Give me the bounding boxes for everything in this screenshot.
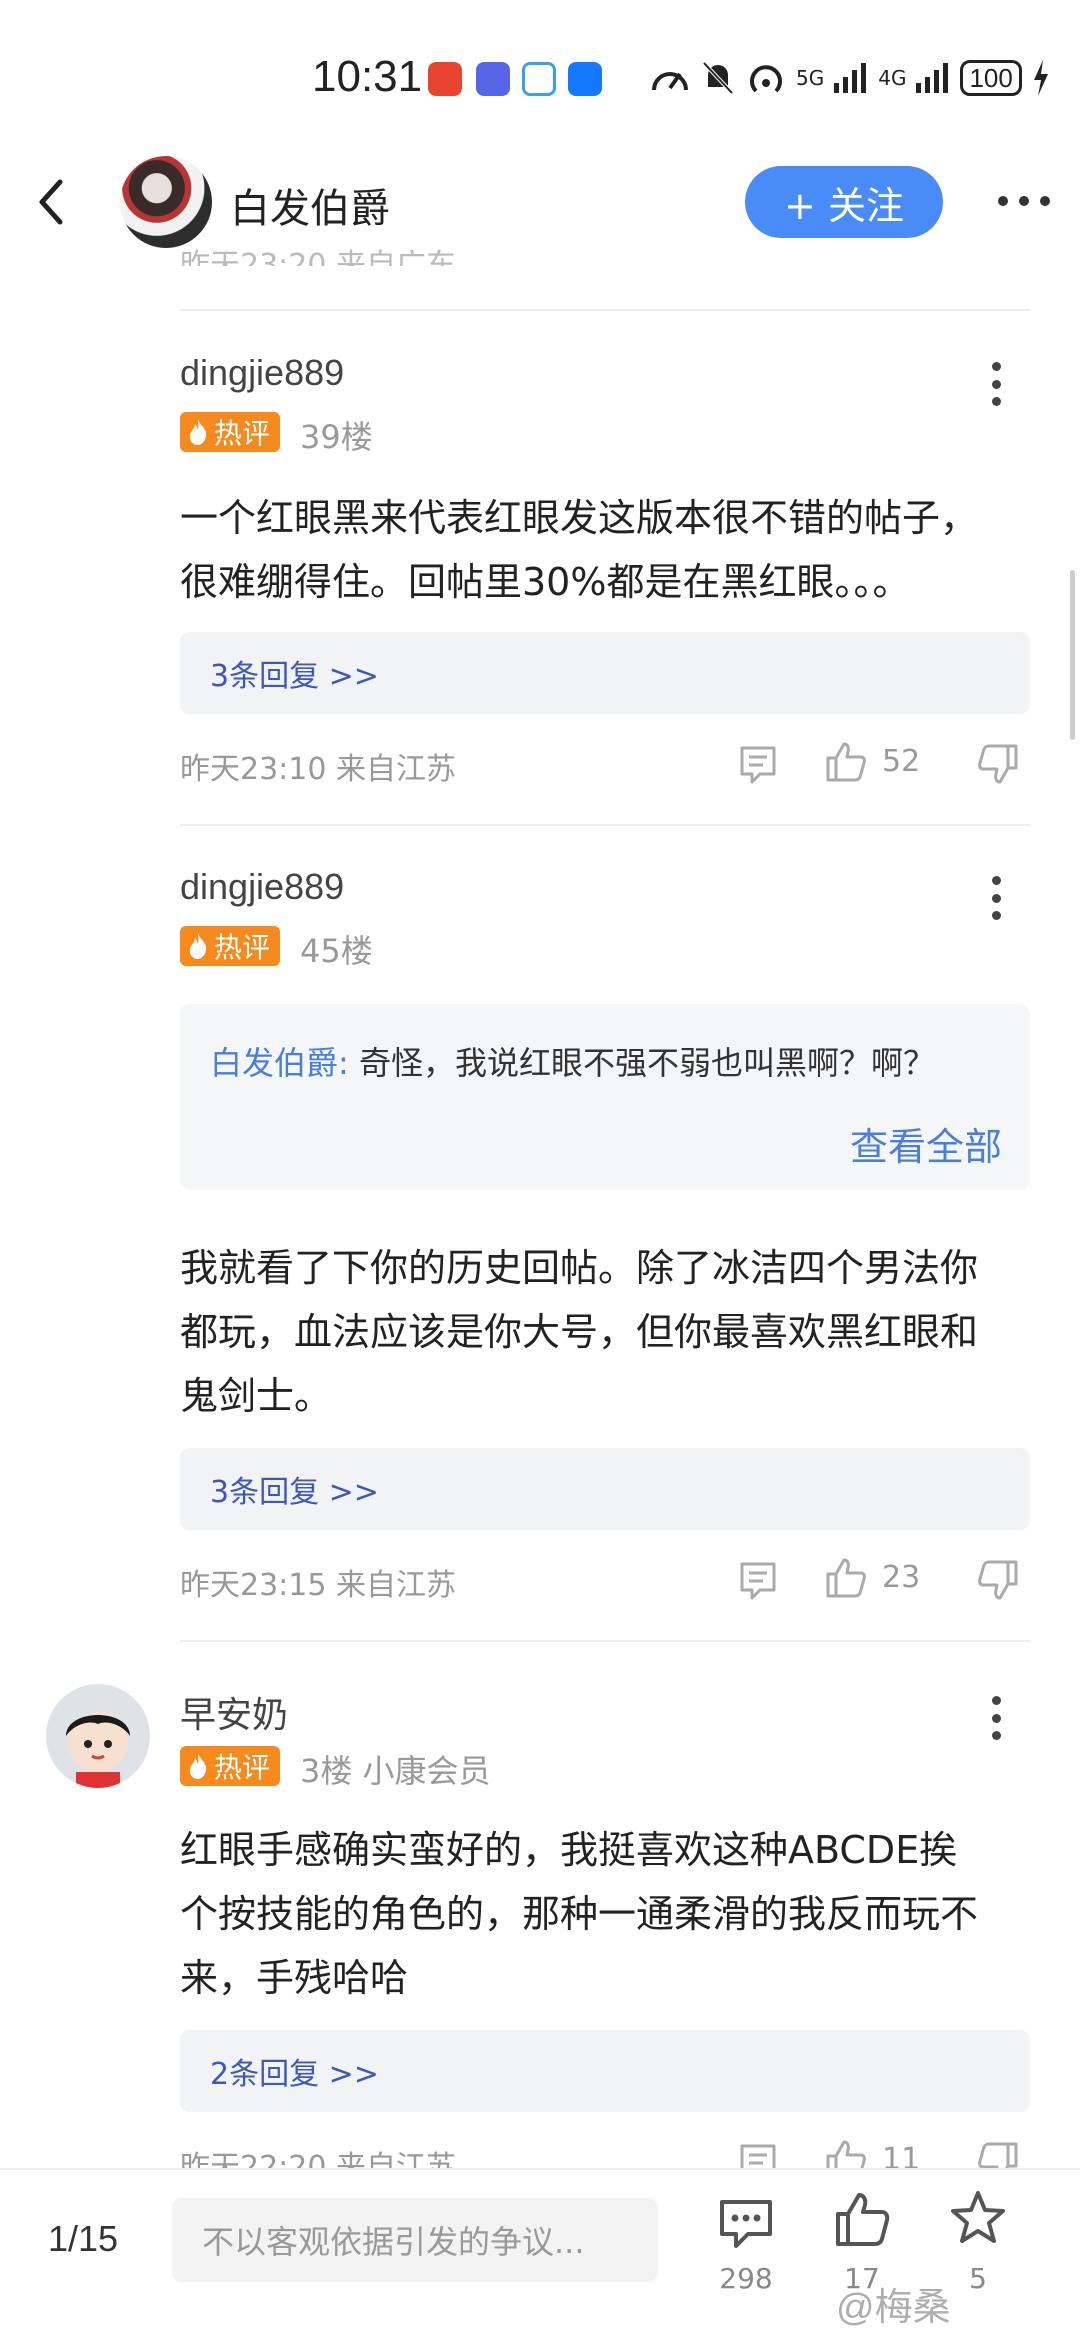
hot-badge-label: 热评 — [214, 931, 271, 964]
comment-line: 红眼手感确实蛮好的，我挺喜欢这种ABCDE挨 — [180, 1828, 958, 1872]
status-icons: 5G 4G 100 — [650, 58, 1050, 98]
battery-indicator: 100 — [960, 60, 1022, 96]
like-count: 52 — [882, 744, 921, 779]
reply-comment-icon[interactable] — [736, 742, 780, 786]
comment-line: 个按技能的角色的，那种一通柔滑的我反而玩不 — [180, 1892, 979, 1936]
comment-time-location: 昨天23:10 来自江苏 — [180, 752, 456, 787]
speed-icon — [652, 72, 688, 91]
floor-number: 3楼 小康会员 — [300, 1752, 491, 1790]
floor-number: 45楼 — [300, 932, 373, 970]
back-arrow-icon[interactable] — [32, 176, 72, 228]
status-time: 10:31 — [312, 52, 423, 101]
hot-badge-label: 热评 — [214, 1751, 271, 1784]
follow-button[interactable]: + 关注 — [745, 166, 943, 238]
more-options-icon[interactable] — [998, 196, 1050, 208]
comment-username[interactable]: 早安奶 — [180, 1686, 288, 1738]
user-avatar[interactable] — [46, 1684, 150, 1788]
hot-comment-badge: 热评 — [180, 412, 281, 452]
quote-text: 奇怪，我说红眼不强不弱也叫黑啊？啊？ — [358, 1044, 935, 1082]
comment-count: 298 — [719, 2262, 773, 2295]
thumbs-up-icon[interactable] — [824, 1556, 868, 1600]
like-count: 23 — [882, 1560, 921, 1595]
comment-body: 我就看了下你的历史回帖。除了冰洁四个男法你 都玩，血法应该是你大号，但你最喜欢黑… — [180, 1236, 1030, 1428]
comment-line: 我就看了下你的历史回帖。除了冰洁四个男法你 — [180, 1246, 979, 1290]
author-avatar[interactable] — [120, 156, 212, 248]
signal-icon-2 — [916, 63, 949, 93]
comment-more-icon[interactable] — [990, 362, 1002, 406]
replies-link[interactable]: 3条回复 >> — [180, 632, 1030, 714]
quoted-reply[interactable]: 白发伯爵: 奇怪，我说红眼不强不弱也叫黑啊？啊？ 查看全部 — [180, 1004, 1030, 1190]
charging-icon — [1033, 60, 1048, 96]
comment-line: 一个红眼黑来代表红眼发这版本很不错的帖子， — [180, 496, 979, 540]
comment-line: 都玩，血法应该是你大号，但你最喜欢黑红眼和 — [180, 1310, 979, 1354]
hot-comment-badge: 热评 — [180, 926, 281, 966]
weibo-app-icon — [428, 62, 462, 96]
network-4g: 4G — [878, 66, 907, 90]
network-5g: 5G — [796, 66, 825, 90]
comment-more-icon[interactable] — [990, 876, 1002, 920]
comment-line: 鬼剑士。 — [180, 1374, 333, 1418]
comment-line: 来，手残哈哈 — [180, 1956, 409, 2000]
chat-app-icon — [522, 62, 556, 96]
comment-body: 一个红眼黑来代表红眼发这版本很不错的帖子， 很难绷得住。回帖里30%都是在黑红眼… — [180, 486, 1030, 614]
divider — [180, 309, 1030, 311]
quote-author[interactable]: 白发伯爵: — [210, 1044, 349, 1082]
comment-line: 很难绷得住。回帖里30%都是在黑红眼。。。 — [180, 560, 911, 604]
favorite-star-icon[interactable] — [948, 2188, 1008, 2248]
divider — [180, 824, 1030, 826]
comments-icon[interactable] — [716, 2194, 776, 2254]
scrollbar[interactable] — [1070, 570, 1075, 740]
author-name[interactable]: 白发伯爵 — [230, 176, 390, 234]
page-indicator[interactable]: 1/15 — [48, 2218, 118, 2260]
hot-comment-badge: 热评 — [180, 1746, 281, 1786]
divider — [180, 1640, 1030, 1642]
comment-more-icon[interactable] — [990, 1696, 1002, 1740]
alipay-app-icon — [568, 62, 602, 96]
like-post-icon[interactable] — [832, 2190, 892, 2250]
fire-icon — [189, 1753, 207, 1779]
comment-username[interactable]: dingjie889 — [180, 866, 344, 908]
comment-input[interactable]: 不以客观依据引发的争议... — [172, 2198, 658, 2282]
view-all-link[interactable]: 查看全部 — [850, 1116, 1002, 1171]
comment-body: 红眼手感确实蛮好的，我挺喜欢这种ABCDE挨 个按技能的角色的，那种一通柔滑的我… — [180, 1818, 1030, 2010]
reply-comment-icon[interactable] — [736, 1558, 780, 1602]
mute-bell-icon — [702, 61, 734, 95]
signal-icon — [834, 63, 867, 93]
comment-time-location: 昨天23:15 来自江苏 — [180, 1568, 456, 1603]
fire-icon — [189, 933, 207, 959]
watermark: @梅桑 — [836, 2287, 951, 2329]
tieba-app-icon — [476, 62, 510, 96]
replies-link[interactable]: 3条回复 >> — [180, 1448, 1030, 1530]
cartoon-avatar-icon — [66, 1712, 130, 1788]
hotspot-icon — [750, 65, 782, 93]
replies-link[interactable]: 2条回复 >> — [180, 2030, 1030, 2112]
hot-badge-label: 热评 — [214, 417, 271, 450]
thumbs-down-icon[interactable] — [976, 1558, 1020, 1602]
thumbs-down-icon[interactable] — [976, 742, 1020, 786]
comment-username[interactable]: dingjie889 — [180, 352, 344, 394]
fire-icon — [189, 419, 207, 445]
thumbs-up-icon[interactable] — [824, 740, 868, 784]
floor-number: 39楼 — [300, 418, 373, 456]
